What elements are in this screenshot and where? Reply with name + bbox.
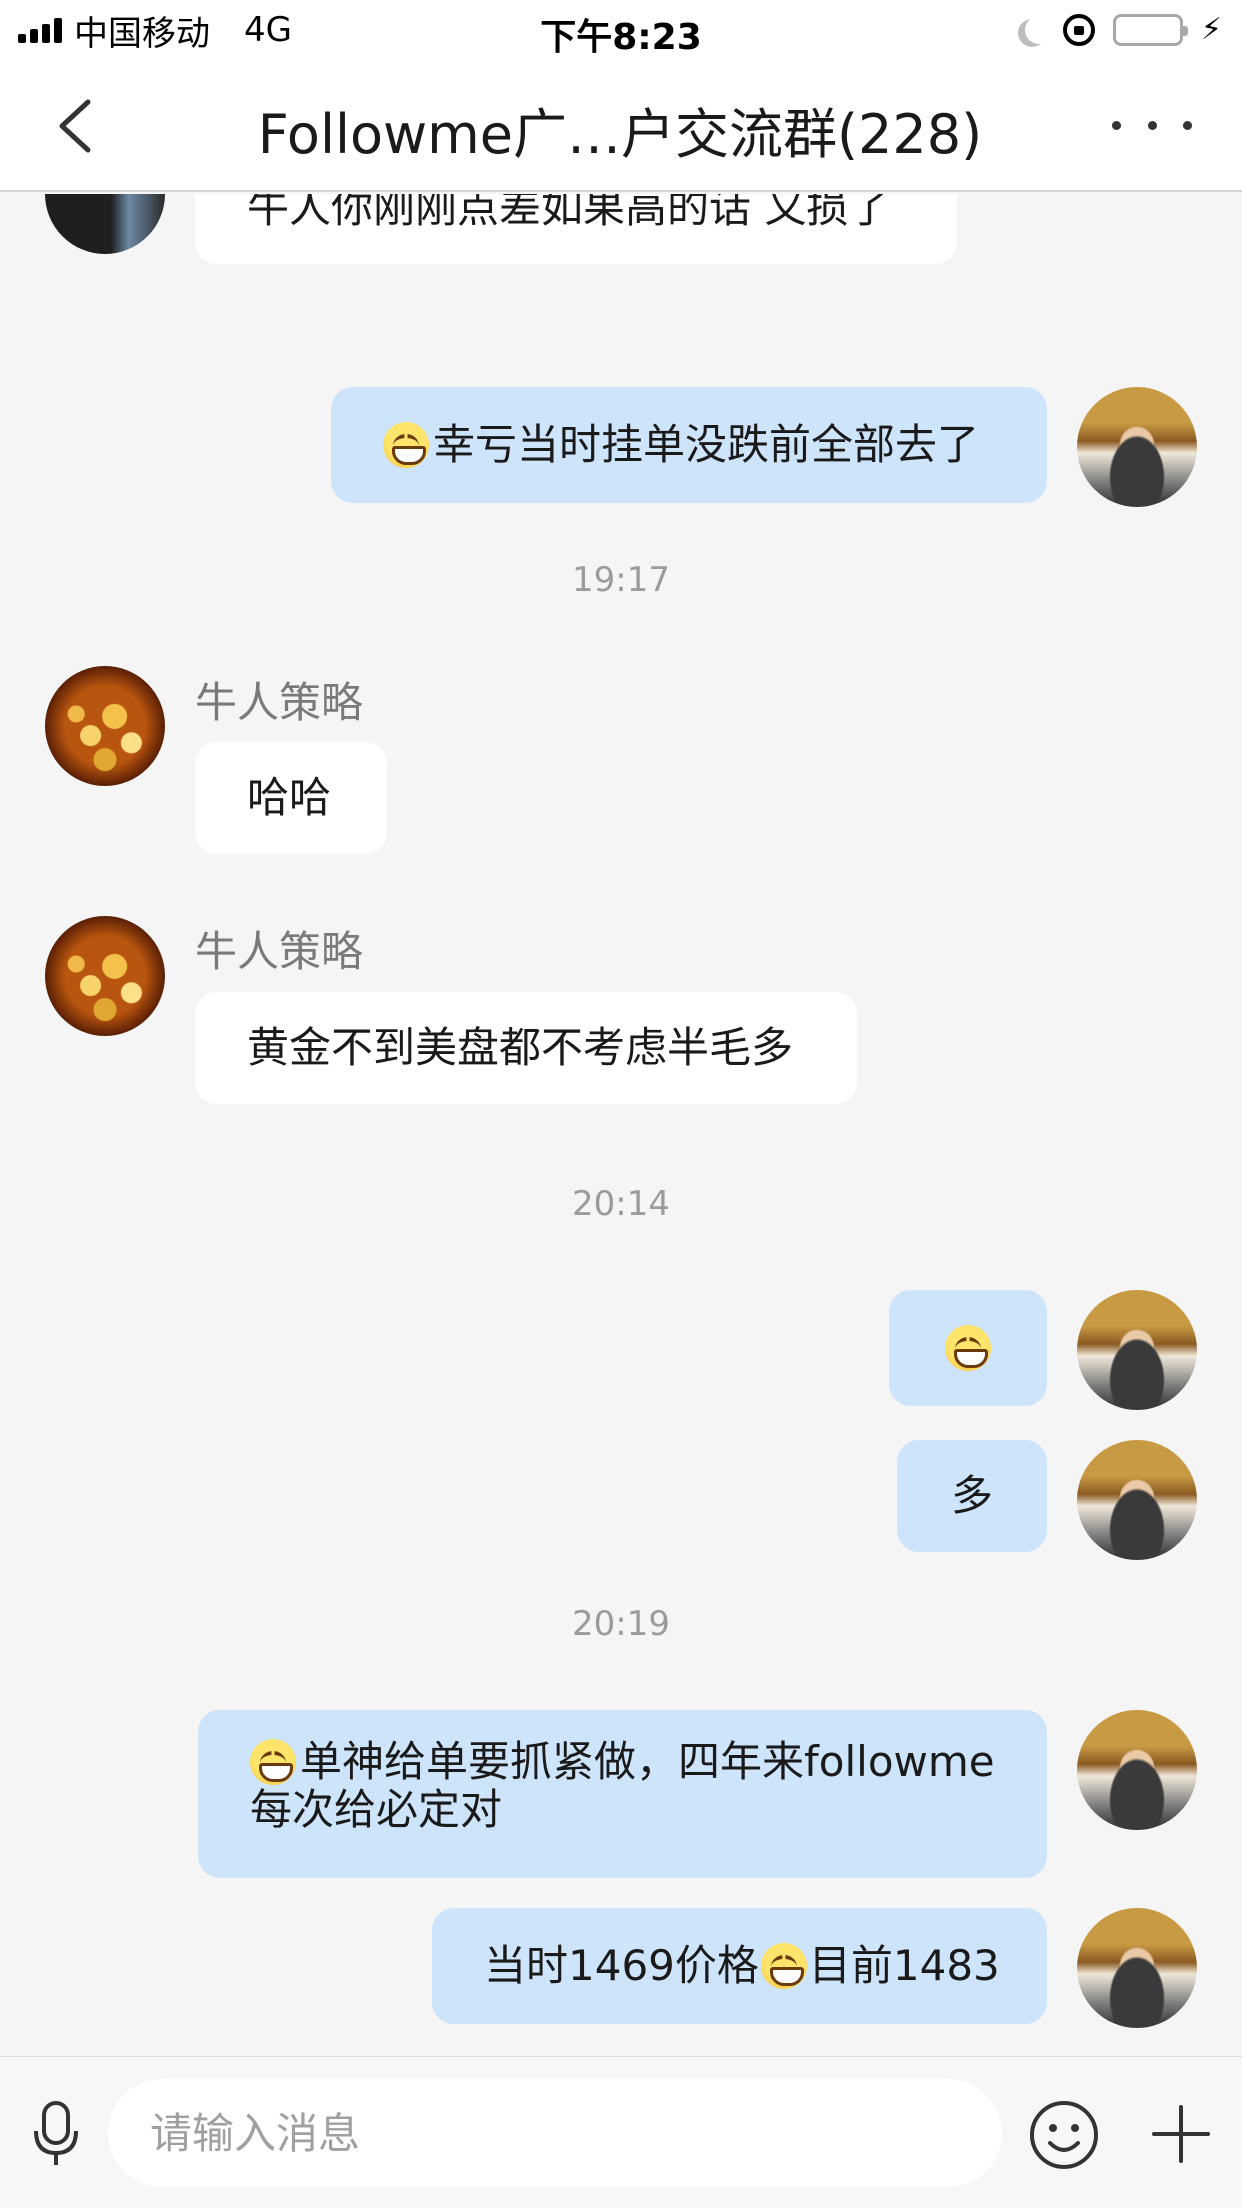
charging-icon: ⚡ [1200,12,1222,47]
chevron-left-icon [59,99,91,153]
plus-icon [1152,2105,1210,2163]
timestamp: 20:14 [572,1184,670,1224]
smiley-icon [1030,2101,1098,2169]
chat-screen: 中国移动 4G 下午8:23 ⚡ Followme广…户交流群(228) 牛人你… [0,0,1242,2208]
sender-name: 牛人策略 [195,927,364,976]
input-bar [0,2056,1242,2208]
message-text: 目前1483 [808,1941,1000,1990]
message-text: 幸亏当时挂单没跌前全部去了 [433,420,980,469]
message-bubble[interactable]: 幸亏当时挂单没跌前全部去了 [331,387,1047,503]
message-text: 每次给必定对 [250,1785,503,1834]
message-text: 哈哈 [247,773,332,822]
more-actions-button[interactable] [1148,2101,1214,2167]
message-bubble[interactable]: 黄金不到美盘都不考虑半毛多 [195,992,857,1104]
message-list[interactable]: 牛人你刚刚点差如果高的话 又损了 幸亏当时挂单没跌前全部去了 19:17 牛人策… [0,194,1242,2056]
sender-name: 牛人策略 [195,678,364,727]
sender-avatar[interactable] [45,666,165,786]
message-input[interactable] [108,2079,1002,2187]
my-avatar[interactable] [1077,1908,1197,2028]
timestamp: 20:19 [572,1604,670,1644]
message-bubble[interactable]: 多 [897,1440,1047,1552]
more-dot [1147,120,1157,130]
my-avatar[interactable] [1077,1290,1197,1410]
grinning-face-emoji-icon [760,1943,807,1989]
voice-input-button[interactable] [30,2101,82,2167]
my-avatar[interactable] [1077,1440,1197,1560]
message-bubble[interactable] [889,1290,1047,1406]
grinning-face-emoji-icon [250,1739,296,1785]
message-bubble[interactable]: 哈哈 [195,742,387,854]
message-line: 单神给单要抓紧做，四年来followme [250,1738,995,1786]
navigation-bar: Followme广…户交流群(228) [0,60,1242,192]
chat-title: Followme广…户交流群(228) [257,103,983,166]
message-text: 当时1469价格 [484,1941,759,1990]
microphone-icon [34,2101,78,2165]
grinning-face-emoji-icon [945,1325,991,1371]
orientation-lock-icon [1062,14,1095,46]
sender-avatar[interactable] [45,916,165,1036]
sender-avatar[interactable] [45,194,165,254]
status-bar: 中国移动 4G 下午8:23 ⚡ [0,0,1242,60]
message-text: 单神给单要抓紧做，四年来followme [300,1737,995,1786]
message-bubble[interactable]: 单神给单要抓紧做，四年来followme 每次给必定对 [198,1710,1047,1878]
more-options-button[interactable] [1112,110,1192,140]
battery-icon [1112,14,1188,46]
my-avatar[interactable] [1077,387,1197,507]
more-dots-icon [1112,120,1121,130]
emoji-button[interactable] [1028,2099,1100,2171]
message-bubble[interactable]: 当时1469价格 目前1483 [432,1908,1047,2024]
do-not-disturb-icon [1025,16,1053,44]
my-avatar[interactable] [1077,1710,1197,1830]
message-bubble[interactable]: 牛人你刚刚点差如果高的话 又损了 [195,194,957,264]
message-text: 黄金不到美盘都不考虑半毛多 [247,1023,794,1072]
timestamp: 19:17 [572,560,670,600]
status-right: ⚡ [1017,10,1222,50]
grinning-face-emoji-icon [383,422,429,468]
message-text: 多 [950,1471,993,1520]
back-button[interactable] [48,96,108,156]
more-dot [1183,120,1192,130]
message-text: 牛人你刚刚点差如果高的话 又损了 [247,194,891,232]
